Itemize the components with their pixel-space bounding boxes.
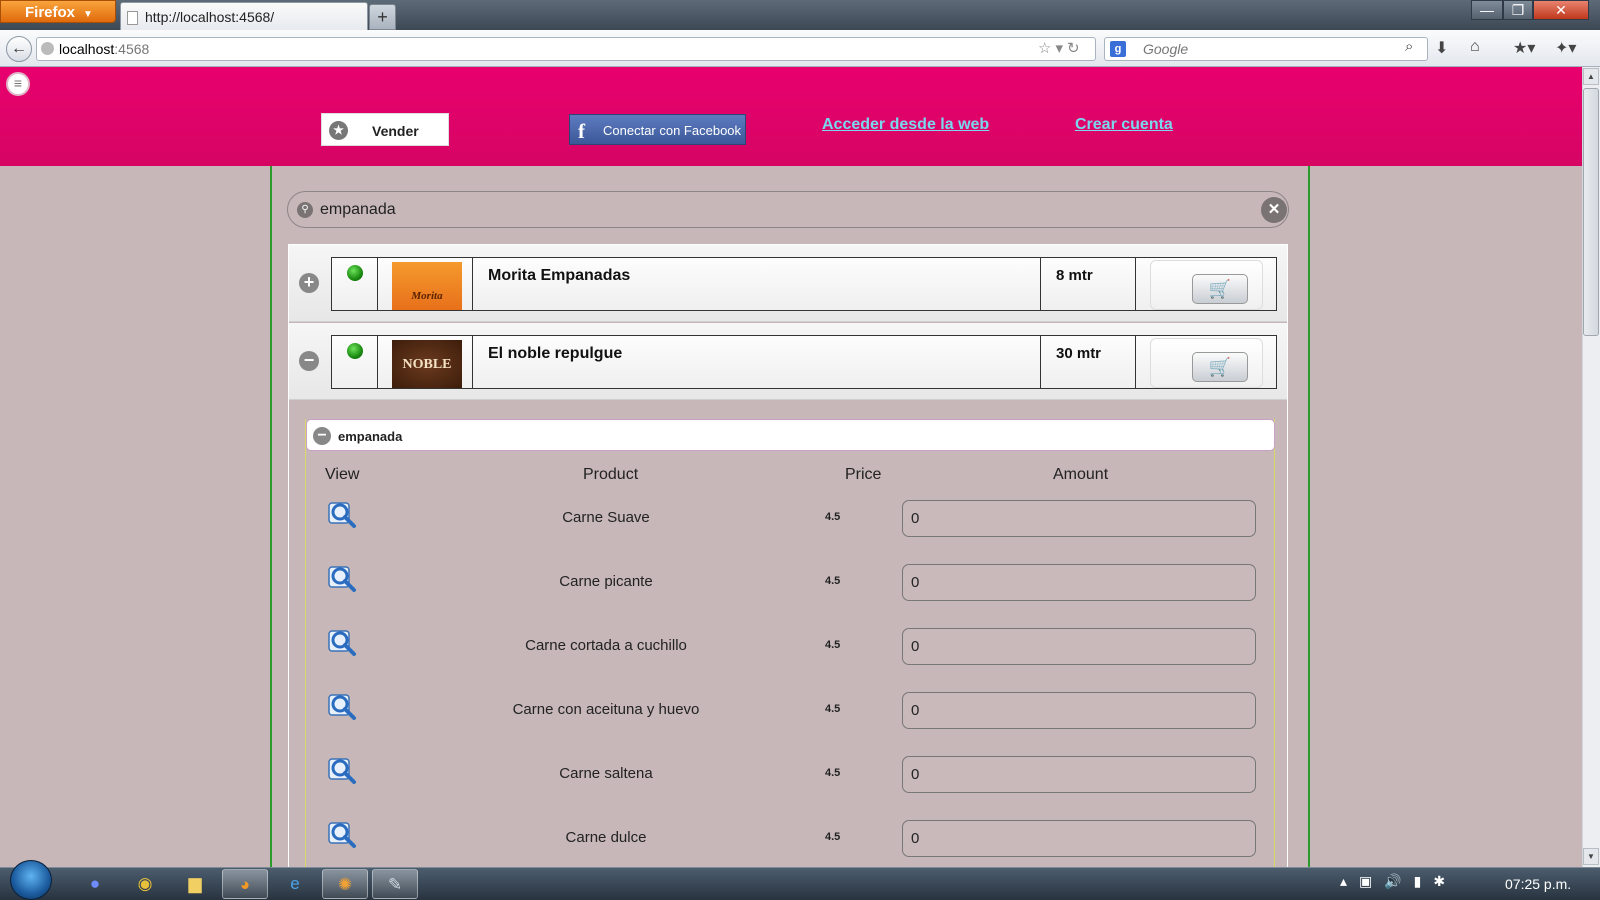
- column-header-price: Price: [845, 466, 882, 483]
- amount-input[interactable]: 0: [902, 564, 1256, 601]
- chrome-icon[interactable]: ◉: [122, 869, 168, 899]
- search-engine-input[interactable]: Google: [1104, 37, 1428, 61]
- start-button[interactable]: [10, 860, 52, 900]
- column-header-view: View: [325, 466, 360, 483]
- product-price: 4.5: [825, 511, 841, 523]
- system-tray[interactable]: ▴▣🔊▮✱: [1340, 873, 1457, 890]
- shop-distance: 8 mtr: [1040, 257, 1136, 311]
- product-name: Carne cortada a cuchillo: [525, 637, 687, 654]
- product-price: 4.5: [825, 575, 841, 587]
- clear-search-icon[interactable]: ✕: [1261, 197, 1287, 223]
- cart-icon[interactable]: 🛒: [1192, 274, 1248, 304]
- back-button[interactable]: ←: [6, 36, 32, 62]
- product-name: Carne saltena: [559, 765, 653, 782]
- amount-input[interactable]: 0: [902, 500, 1256, 537]
- chevron-down-icon: ▼: [83, 9, 93, 20]
- scroll-down-icon[interactable]: ▼: [1583, 848, 1599, 865]
- settings-app-icon[interactable]: ✺: [322, 869, 368, 899]
- tab-title: http://localhost:4568/: [145, 9, 275, 25]
- internet-explorer-icon[interactable]: e: [272, 869, 318, 899]
- column-header-product: Product: [583, 466, 639, 483]
- facebook-icon: f: [578, 119, 585, 143]
- search-input[interactable]: ⚲ empanada: [287, 191, 1289, 228]
- amount-input[interactable]: 0: [902, 820, 1256, 857]
- taskbar-clock[interactable]: 07:25 p.m.: [1505, 876, 1571, 892]
- product-name: Carne Suave: [562, 509, 650, 526]
- view-magnifier-icon[interactable]: [328, 629, 358, 657]
- folder-icon[interactable]: ▆: [172, 869, 218, 899]
- view-magnifier-icon[interactable]: [328, 565, 358, 593]
- collapse-icon: −: [313, 427, 331, 445]
- view-magnifier-icon[interactable]: [328, 501, 358, 529]
- firefox-taskbar-icon[interactable]: ◕: [222, 869, 268, 899]
- page-icon: [127, 11, 138, 25]
- shop-logo: NOBLE: [392, 340, 462, 388]
- minimize-button[interactable]: —: [1471, 0, 1503, 20]
- facebook-connect-button[interactable]: f Conectar con Facebook: [569, 114, 746, 145]
- maximize-button[interactable]: ❐: [1503, 0, 1533, 20]
- browser-tab[interactable]: http://localhost:4568/: [120, 2, 368, 32]
- scrollbar-thumb[interactable]: [1583, 88, 1599, 336]
- amount-input[interactable]: 0: [902, 628, 1256, 665]
- product-name: Carne dulce: [565, 829, 647, 846]
- product-name: Carne con aceituna y huevo: [512, 701, 700, 718]
- view-magnifier-icon[interactable]: [328, 757, 358, 785]
- firefox-menu-button[interactable]: Firefox ▼: [0, 0, 116, 23]
- home-icon[interactable]: ⌂: [1470, 38, 1480, 56]
- bookmark-star-icon[interactable]: ☆▾↻: [1038, 39, 1084, 57]
- site-identity-icon[interactable]: [41, 42, 54, 55]
- close-window-button[interactable]: ✕: [1533, 0, 1589, 20]
- online-status-icon: [347, 265, 363, 281]
- shop-distance: 30 mtr: [1040, 335, 1136, 389]
- view-magnifier-icon[interactable]: [328, 693, 358, 721]
- menu-icon[interactable]: ≡: [6, 72, 30, 96]
- amount-input[interactable]: 0: [902, 692, 1256, 729]
- category-header[interactable]: − empanada: [306, 419, 1275, 451]
- eclipse-icon[interactable]: ●: [72, 869, 118, 899]
- view-magnifier-icon[interactable]: [328, 821, 358, 849]
- sell-button[interactable]: ★ Vender: [321, 113, 449, 146]
- expand-icon[interactable]: +: [299, 273, 319, 293]
- web-login-link[interactable]: Acceder desde la web: [822, 116, 989, 134]
- product-price: 4.5: [825, 639, 841, 651]
- google-icon[interactable]: g: [1110, 41, 1126, 57]
- product-price: 4.5: [825, 703, 841, 715]
- product-name: Carne picante: [559, 573, 653, 590]
- scroll-up-icon[interactable]: ▲: [1583, 68, 1599, 85]
- shop-logo: Morita: [392, 262, 462, 310]
- site-header: [0, 67, 1582, 166]
- downloads-icon[interactable]: ⬇: [1435, 38, 1448, 58]
- shop-name: Morita Empanadas: [472, 257, 1041, 311]
- paint-app-icon[interactable]: ✎: [372, 869, 418, 899]
- product-price: 4.5: [825, 767, 841, 779]
- bookmarks-menu-icon[interactable]: ★▾: [1513, 38, 1535, 58]
- search-go-icon[interactable]: ⌕: [1405, 38, 1413, 55]
- shop-name: El noble repulgue: [472, 335, 1041, 389]
- collapse-icon[interactable]: −: [299, 351, 319, 371]
- create-account-link[interactable]: Crear cuenta: [1075, 116, 1173, 134]
- addon-icon[interactable]: ✦▾: [1555, 38, 1576, 58]
- cart-icon[interactable]: 🛒: [1192, 352, 1248, 382]
- new-tab-button[interactable]: +: [369, 4, 396, 30]
- online-status-icon: [347, 343, 363, 359]
- search-icon: ⚲: [297, 202, 313, 218]
- column-header-amount: Amount: [1053, 466, 1109, 483]
- star-icon: ★: [329, 121, 348, 140]
- amount-input[interactable]: 0: [902, 756, 1256, 793]
- product-price: 4.5: [825, 831, 841, 843]
- address-bar[interactable]: localhost:4568: [36, 37, 1096, 61]
